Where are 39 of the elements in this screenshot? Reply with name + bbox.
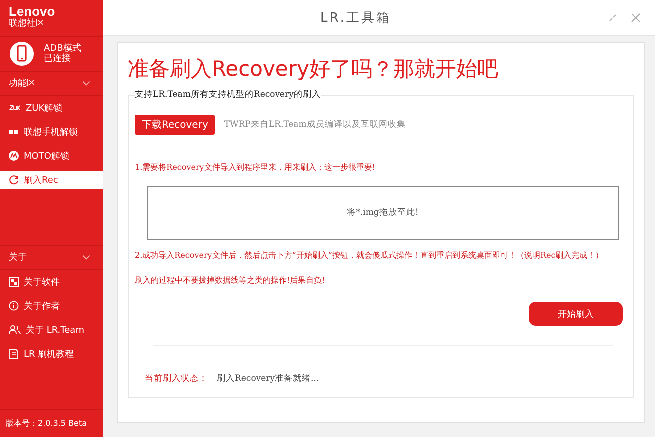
document-icon <box>9 349 19 359</box>
group-title: 支持LR.Team所有支持机型的Recovery的刷入 <box>135 89 321 101</box>
status-value: 刷入Recovery准备就绪... <box>217 373 320 385</box>
app-icon <box>9 277 19 287</box>
phone-icon <box>10 42 34 66</box>
step-text: 1.需要将Recovery文件导入到程序里来，用来刷入；这一步很重要! <box>135 162 376 173</box>
nav-item[interactable]: ZUK解锁 <box>0 99 103 117</box>
zuk-icon <box>9 105 21 111</box>
section-title: 关于 <box>9 252 27 264</box>
nav-item[interactable]: 刷入Rec <box>0 171 103 189</box>
people-icon <box>9 325 21 335</box>
brand-logo: Lenovo <box>9 5 56 19</box>
nav-item[interactable]: MOTO解锁 <box>0 147 103 165</box>
device-mode: ADB模式 <box>44 44 82 54</box>
start-button[interactable]: 开始刷入 <box>529 302 623 326</box>
headline: 准备刷入Recovery好了吗？那就开始吧 <box>128 56 500 83</box>
window-title: LR.工具箱 <box>320 10 392 26</box>
download-button[interactable]: 下载Recovery <box>135 115 216 135</box>
brand-subtitle: 联想社区 <box>9 19 46 30</box>
refresh-icon <box>9 175 19 185</box>
close-icon[interactable] <box>631 12 641 22</box>
grid-icon <box>9 129 19 135</box>
warning-text: 刷入的过程中不要拔掉数据线等之类的操作!后果自负! <box>135 275 326 286</box>
drop-zone[interactable]: 将*.img拖放至此! <box>147 186 619 240</box>
nav-item[interactable]: 关于作者 <box>0 297 103 315</box>
step-text: 2.成功导入Recovery文件后，然后点击下方“开始刷入”按钮，就会傻瓜式操作！直到重启到系统桌面即可！（说明Rec刷入完成！） <box>135 250 605 261</box>
restore-icon[interactable] <box>609 14 617 22</box>
moto-icon <box>9 151 19 161</box>
device-status: 已连接 <box>44 54 72 64</box>
caret-icon[interactable] <box>82 81 91 86</box>
status-label: 当前刷入状态： <box>145 373 208 385</box>
info-icon <box>9 301 19 311</box>
nav-item[interactable]: 关于 LR.Team <box>0 321 103 339</box>
section-title: 功能区 <box>9 78 36 90</box>
nav-item[interactable]: 关于软件 <box>0 273 103 291</box>
nav-item[interactable]: LR 刷机教程 <box>0 345 103 363</box>
caret-icon[interactable] <box>82 255 91 260</box>
download-note: TWRP来自LR.Team成员编译以及互联网收集 <box>224 119 406 131</box>
nav-item[interactable]: 联想手机解锁 <box>0 123 103 141</box>
